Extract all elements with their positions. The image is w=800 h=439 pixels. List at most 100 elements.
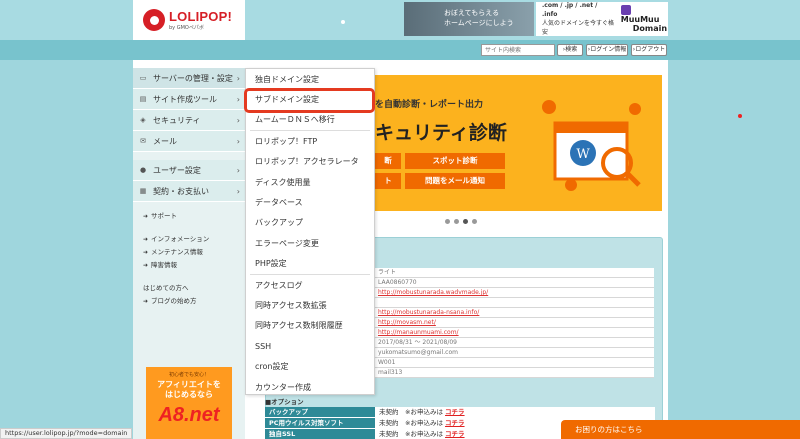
arrow-right-icon: ➜ bbox=[143, 262, 149, 269]
info-row-domain[interactable]: http://mobustunarada-nsana.info/ bbox=[375, 308, 654, 318]
support-label: サポート bbox=[151, 212, 178, 220]
promo-line1: を自動診断・レポート出力 bbox=[375, 100, 484, 110]
promo-button-mail: 問題をメール通知 bbox=[405, 173, 505, 189]
info-label: インフォメーション bbox=[151, 235, 210, 243]
sidebar-item-security[interactable]: ◈ セキュリティ › bbox=[133, 110, 245, 131]
menu-item-custom-domain[interactable]: 独自ドメイン設定 bbox=[246, 69, 374, 89]
promo-line2: キュリティ診断 bbox=[375, 122, 507, 144]
ad-domains-text: .com / .jp / .net / .info bbox=[542, 2, 598, 18]
menu-item-counter[interactable]: カウンター作成 bbox=[246, 377, 374, 397]
arrow-right-icon: ➜ bbox=[143, 236, 149, 243]
user-icon: ● bbox=[139, 166, 147, 174]
info-row-id: LAA0860770 bbox=[375, 278, 654, 288]
sidebar-item-server[interactable]: ▭ サーバーの管理・設定 › bbox=[133, 68, 245, 89]
lolipop-logo[interactable]: LOLIPOP! by GMOペパボ bbox=[133, 0, 245, 40]
sidebar-item-label: セキュリティ bbox=[153, 115, 201, 125]
option-key: 独自SSL bbox=[265, 429, 375, 439]
option-note: ※お申込みは bbox=[405, 419, 443, 427]
info-row-domain[interactable]: http://movasm.net/ bbox=[375, 318, 654, 328]
outage-label: 障害情報 bbox=[151, 261, 178, 269]
sidebar-item-label: サイト作成ツール bbox=[153, 94, 217, 104]
menu-item-concurrent-history[interactable]: 同時アクセス数制限履歴 bbox=[246, 316, 374, 336]
decorative-red-dot bbox=[738, 114, 742, 118]
info-row-period: 2017/08/31 〜 2021/08/09 bbox=[375, 338, 654, 348]
login-info-button[interactable]: ›ログイン情報 bbox=[586, 44, 628, 56]
table-row: バックアップ 未契約 ※お申込みは コチラ bbox=[265, 407, 655, 418]
menu-item-backup[interactable]: バックアップ bbox=[246, 213, 374, 233]
beginner-link[interactable]: はじめての方へ bbox=[143, 282, 245, 295]
sidebar-item-label: サーバーの管理・設定 bbox=[153, 73, 233, 83]
promo-button-3: ト bbox=[375, 173, 401, 189]
slider-dot[interactable] bbox=[454, 219, 459, 224]
a8-line2: はじめるなら bbox=[165, 390, 213, 399]
arrow-right-icon: ➜ bbox=[143, 298, 149, 305]
support-link[interactable]: ➜ サポート bbox=[143, 210, 245, 223]
menu-item-accelerator[interactable]: ロリポップ！アクセラレータ bbox=[246, 152, 374, 172]
shield-icon: ◈ bbox=[140, 116, 146, 124]
beginner-label: はじめての方へ bbox=[143, 284, 189, 292]
ad-text-line1: おぼえてもらえる bbox=[444, 9, 500, 17]
logo-name: LOLIPOP! bbox=[169, 9, 232, 24]
chevron-right-icon: › bbox=[236, 73, 240, 83]
info-link[interactable]: ➜ インフォメーション bbox=[143, 233, 245, 246]
promo-button-1: 断 bbox=[375, 153, 401, 169]
ad-banner-homepage[interactable]: おぼえてもらえる ホームページにしよう bbox=[404, 2, 534, 36]
ad-brand-line1: MuuMuu bbox=[620, 15, 660, 24]
info-row-url[interactable]: http://mobustunarada.wadvmade.jp/ bbox=[375, 288, 654, 298]
apply-link[interactable]: コチラ bbox=[445, 419, 465, 427]
menu-item-ssh[interactable]: SSH bbox=[246, 336, 374, 356]
arrow-right-icon: ➜ bbox=[143, 213, 149, 220]
slider-dot[interactable] bbox=[445, 219, 450, 224]
info-row-email: yukomatsumo@gmail.com bbox=[375, 348, 654, 358]
browser-status-bar: https://user.lolipop.jp/?mode=domain bbox=[0, 428, 133, 439]
blog-guide-label: ブログの始め方 bbox=[151, 297, 197, 305]
info-row-domain[interactable]: http://manaunmuami.com/ bbox=[375, 328, 654, 338]
a8-affiliate-banner[interactable]: 初心者でも安心！ アフィリエイトを はじめるなら A8.net bbox=[146, 367, 232, 439]
slider-dot-active[interactable] bbox=[463, 219, 468, 224]
apply-link[interactable]: コチラ bbox=[445, 430, 465, 438]
search-strip bbox=[0, 40, 800, 60]
sidebar-item-label: ユーザー設定 bbox=[153, 165, 201, 175]
site-search-input[interactable] bbox=[481, 44, 555, 56]
menu-item-disk-usage[interactable]: ディスク使用量 bbox=[246, 172, 374, 192]
logo-mark-icon bbox=[143, 9, 165, 31]
menu-item-database[interactable]: データベース bbox=[246, 192, 374, 212]
ad-banner-muumuu[interactable]: .com / .jp / .net / .info 人気のドメインを今すぐ格安 … bbox=[536, 2, 668, 36]
chevron-right-icon: › bbox=[236, 136, 240, 146]
maintenance-link[interactable]: ➜ メンテナンス情報 bbox=[143, 246, 245, 259]
info-row-server: W001 bbox=[375, 358, 654, 368]
menu-item-cron[interactable]: cron設定 bbox=[246, 356, 374, 376]
search-button[interactable]: ›検索 bbox=[557, 44, 583, 56]
sidebar-item-label: 契約・お支払い bbox=[153, 186, 209, 196]
sidebar-item-billing[interactable]: ▦ 契約・お支払い › bbox=[133, 181, 245, 202]
menu-item-access-log[interactable]: アクセスログ bbox=[246, 275, 374, 295]
security-promo-banner[interactable]: を自動診断・レポート出力 キュリティ診断 断 スポット診断 ト 問題をメール通知… bbox=[375, 75, 662, 211]
chevron-right-icon: › bbox=[236, 94, 240, 104]
menu-item-error-page[interactable]: エラーページ変更 bbox=[246, 233, 374, 253]
menu-item-ftp[interactable]: ロリポップ！FTP bbox=[246, 131, 374, 151]
arrow-right-icon: ➜ bbox=[143, 249, 149, 256]
blog-guide-link[interactable]: ➜ ブログの始め方 bbox=[143, 295, 245, 308]
contract-info-rows: ライト LAA0860770 http://mobustunarada.wadv… bbox=[375, 268, 654, 378]
menu-item-concurrent-expand[interactable]: 同時アクセス数拡張 bbox=[246, 295, 374, 315]
help-tab[interactable]: お困りの方はこちら bbox=[561, 420, 800, 439]
apply-link[interactable]: コチラ bbox=[445, 408, 465, 416]
options-heading: ■オプション bbox=[265, 398, 304, 406]
ad-text-line2: ホームページにしよう bbox=[444, 19, 514, 27]
tools-icon: ▤ bbox=[139, 95, 147, 103]
menu-item-php-settings[interactable]: PHP設定 bbox=[246, 254, 374, 274]
sidebar-item-label: メール bbox=[153, 136, 177, 146]
outage-link[interactable]: ➜ 障害情報 bbox=[143, 259, 245, 272]
info-row-plan: ライト bbox=[375, 268, 654, 278]
option-status: 未契約 bbox=[379, 419, 399, 427]
logout-button[interactable]: ›ログアウト bbox=[631, 44, 667, 56]
server-icon: ▭ bbox=[139, 74, 147, 82]
chevron-right-icon: › bbox=[236, 186, 240, 196]
decorative-dot bbox=[341, 20, 345, 24]
sidebar-item-mail[interactable]: ✉ メール › bbox=[133, 131, 245, 152]
slider-dot[interactable] bbox=[472, 219, 477, 224]
sidebar-item-user-settings[interactable]: ● ユーザー設定 › bbox=[133, 160, 245, 181]
sidebar-item-site-tools[interactable]: ▤ サイト作成ツール › bbox=[133, 89, 245, 110]
logo-sub: by GMOペパボ bbox=[169, 25, 204, 31]
subdomain-highlight-box bbox=[244, 88, 375, 113]
